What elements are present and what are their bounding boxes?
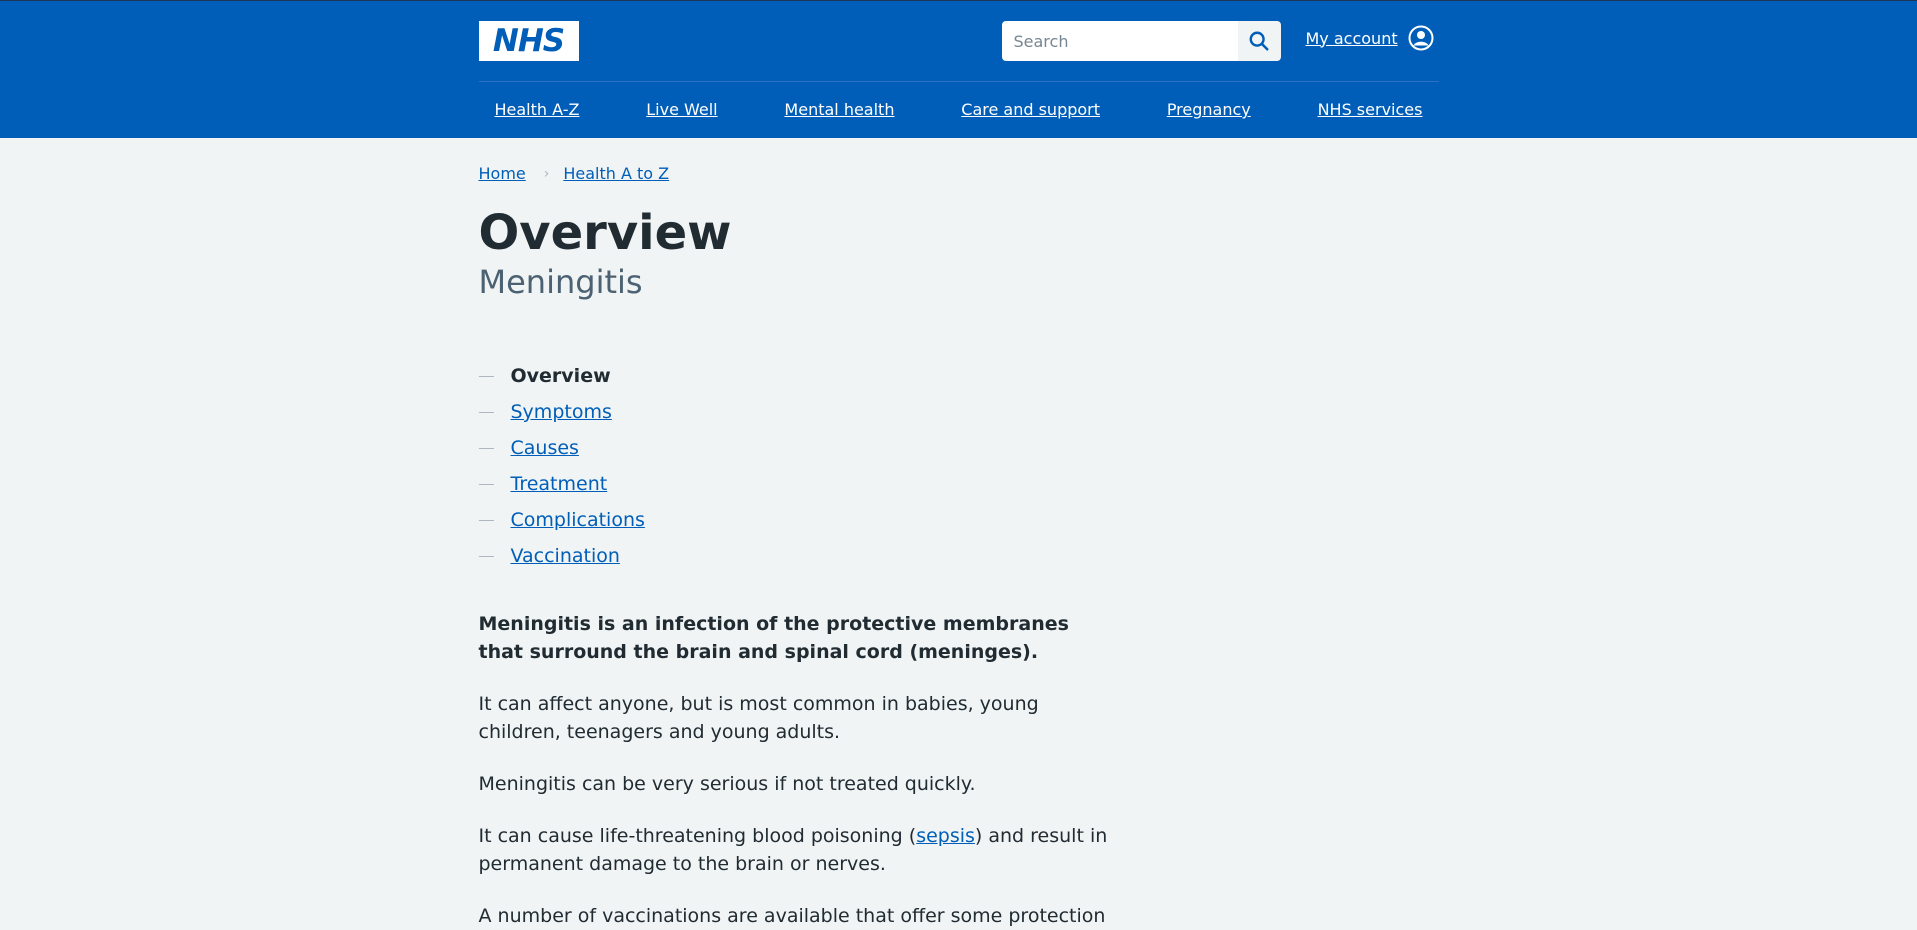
page-caption: Meningitis xyxy=(478,263,643,301)
search-button[interactable] xyxy=(1237,21,1281,61)
dash-icon xyxy=(478,483,494,485)
search-icon xyxy=(1249,31,1269,51)
main-content: Home › Health A to Z Overview Meningitis… xyxy=(478,138,1439,930)
paragraph-text: It can cause life-threatening blood pois… xyxy=(478,825,917,847)
article-body: Meningitis is an infection of the protec… xyxy=(479,610,1109,930)
breadcrumb-health-a-to-z[interactable]: Health A to Z xyxy=(563,164,669,183)
paragraph: Meningitis can be very serious if not tr… xyxy=(478,773,976,795)
search-form xyxy=(1001,21,1281,61)
paragraph: It can cause life-threatening blood pois… xyxy=(479,822,1109,878)
contents-link-treatment[interactable]: Treatment xyxy=(511,473,608,495)
lede-paragraph: Meningitis is an infection of the protec… xyxy=(478,613,1069,663)
sepsis-link[interactable]: sepsis xyxy=(916,825,975,847)
account-area: My account xyxy=(1306,25,1434,51)
nhs-logo-text: NHS xyxy=(492,22,565,59)
dash-icon xyxy=(478,411,494,413)
contents-item: Overview xyxy=(478,358,1439,394)
dash-icon xyxy=(478,447,494,449)
search-input[interactable] xyxy=(1001,21,1238,61)
contents-list: Overview Symptoms Causes Treatment Compl… xyxy=(478,358,1439,574)
contents-item: Symptoms xyxy=(478,394,1439,430)
nhs-logo[interactable]: NHS xyxy=(478,21,579,61)
nav-live-well[interactable]: Live Well xyxy=(646,102,717,118)
nav-care-and-support[interactable]: Care and support xyxy=(961,102,1100,118)
breadcrumb-home[interactable]: Home xyxy=(479,164,526,183)
dash-icon xyxy=(478,375,494,377)
nav-nhs-services[interactable]: NHS services xyxy=(1318,102,1423,118)
contents-item: Treatment xyxy=(478,466,1439,502)
dash-icon xyxy=(478,519,494,521)
breadcrumb: Home › Health A to Z xyxy=(479,138,1439,183)
contents-current: Overview xyxy=(510,365,611,387)
nav-mental-health[interactable]: Mental health xyxy=(784,102,894,118)
main-nav: Health A-Z Live Well Mental health Care … xyxy=(478,81,1439,118)
page-title: Overview xyxy=(478,205,732,261)
contents-item: Vaccination xyxy=(478,538,1439,574)
contents-link-symptoms[interactable]: Symptoms xyxy=(511,401,612,423)
nav-pregnancy[interactable]: Pregnancy xyxy=(1167,102,1251,118)
site-header: NHS My account Health A-Z Live Well Ment… xyxy=(0,0,1917,138)
dash-icon xyxy=(478,555,494,557)
my-account-link[interactable]: My account xyxy=(1306,29,1398,48)
user-icon[interactable] xyxy=(1408,25,1434,51)
contents-item: Causes xyxy=(478,430,1439,466)
nav-health-a-z[interactable]: Health A-Z xyxy=(495,102,580,118)
paragraph: It can affect anyone, but is most common… xyxy=(478,693,1039,743)
chevron-right-icon: › xyxy=(543,165,550,182)
contents-item: Complications xyxy=(478,502,1439,538)
contents-link-vaccination[interactable]: Vaccination xyxy=(511,545,620,567)
contents-link-complications[interactable]: Complications xyxy=(511,509,645,531)
contents-link-causes[interactable]: Causes xyxy=(511,437,579,459)
